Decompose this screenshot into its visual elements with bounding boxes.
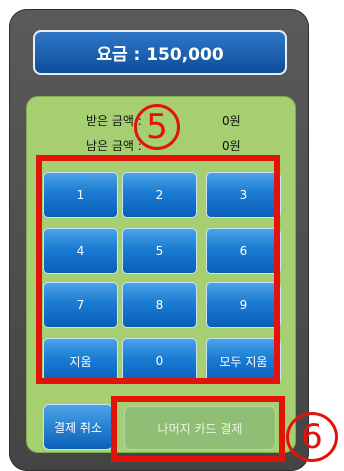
fee-display: 요금 : 150,000 [33,30,287,75]
cancel-payment-button[interactable]: 결제 취소 [43,404,113,450]
step-5-marker: 5 [134,104,180,150]
received-amount-value: 0원 [222,114,241,128]
step-6-highlight-box [111,396,285,462]
remaining-amount-label: 남은 금액 : [86,139,142,153]
step-5-highlight-box [36,155,280,384]
step-6-marker: 6 [286,412,338,462]
remaining-amount-value: 0원 [222,139,241,153]
